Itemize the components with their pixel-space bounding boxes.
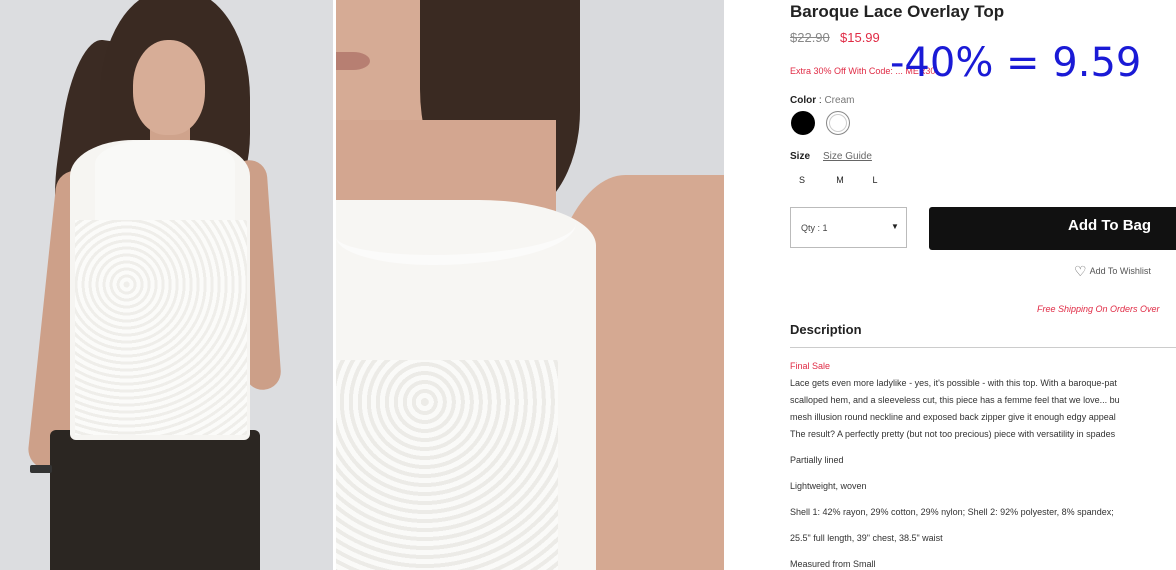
color-label: Color (790, 95, 817, 106)
final-sale-label: Final Sale (790, 361, 831, 371)
photo-mesh-yoke (95, 140, 235, 220)
heart-icon: ♡ (1074, 263, 1087, 279)
description-heading[interactable]: Description (790, 322, 862, 337)
detail-item: Shell 1: 42% rayon, 29% cotton, 29% nylo… (790, 507, 1114, 517)
description-line: mesh illusion round neckline and exposed… (790, 412, 1116, 422)
photo-lips-shape (336, 52, 370, 70)
description-line: The result? A perfectly pretty (but not … (790, 429, 1116, 439)
description-line: scalloped hem, and a sleeveless cut, thi… (790, 395, 1120, 405)
color-swatch-black[interactable] (791, 111, 815, 135)
free-shipping-banner[interactable]: Free Shipping On Orders Over (1037, 304, 1160, 314)
color-swatch-cream[interactable] (826, 111, 850, 135)
selected-color-value: Cream (824, 95, 855, 106)
photo-lace-panel (336, 360, 558, 570)
size-guide-link[interactable]: Size Guide (823, 151, 872, 162)
photo-face-shape (133, 40, 205, 135)
product-title: Baroque Lace Overlay Top (790, 2, 1005, 21)
photo-lace-panel (75, 220, 247, 435)
wishlist-label: Add To Wishlist (1089, 266, 1151, 276)
quantity-select[interactable]: Qty : 1 ▼ (790, 207, 907, 248)
photo-watch (30, 465, 52, 473)
photo-pants-shape (50, 430, 260, 570)
product-photo-closeup[interactable] (336, 0, 724, 570)
handwritten-price-annotation: -40% = 9.59 (890, 40, 1142, 86)
detail-item: Partially lined (790, 455, 844, 465)
add-to-wishlist-link[interactable]: ♡ Add To Wishlist (1074, 263, 1151, 280)
add-to-bag-button[interactable]: Add To Bag (929, 207, 1176, 250)
detail-item: Lightweight, woven (790, 481, 867, 491)
size-option-l[interactable]: L (867, 175, 883, 185)
size-option-s[interactable]: S (794, 175, 810, 185)
add-to-bag-label: Add To Bag (1068, 217, 1152, 234)
quantity-value: Qty : 1 (801, 223, 828, 233)
detail-item: Measured from Small (790, 559, 876, 569)
size-label: Size (790, 151, 811, 162)
color-selector-label: Color : Cream (790, 95, 854, 106)
description-divider (790, 347, 1176, 348)
product-info-panel: Baroque Lace Overlay Top $22.90 $15.99 E… (790, 0, 1176, 570)
size-option-m[interactable]: M (832, 175, 848, 185)
caret-down-icon: ▼ (891, 222, 899, 231)
sale-price: $15.99 (840, 30, 880, 45)
product-photo-front[interactable] (0, 0, 333, 570)
description-line: Lace gets even more ladylike - yes, it's… (790, 378, 1117, 388)
original-price: $22.90 (790, 30, 830, 45)
detail-item: 25.5" full length, 39" chest, 38.5" wais… (790, 533, 943, 543)
